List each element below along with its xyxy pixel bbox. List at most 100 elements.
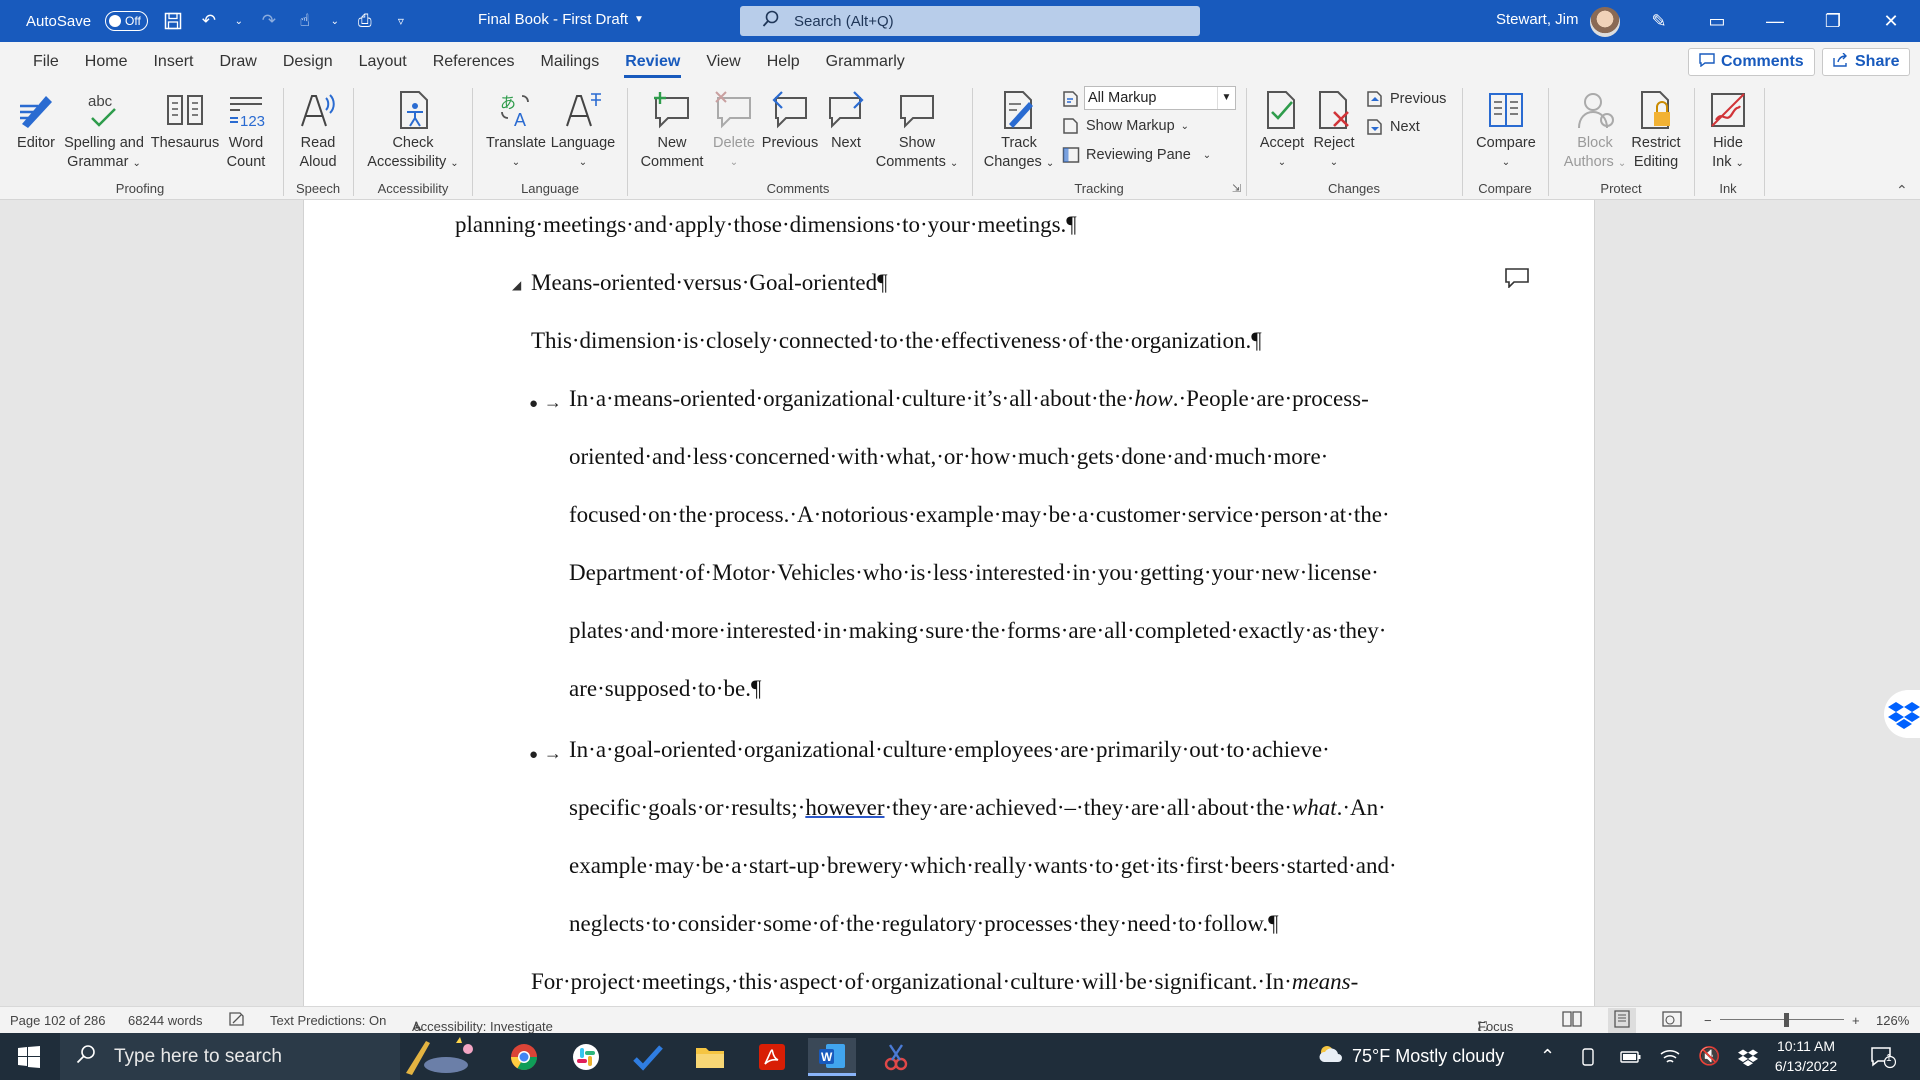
touch-mode-icon[interactable]: ☝ (294, 10, 316, 32)
reject-button[interactable]: Reject ⌄ (1308, 88, 1360, 172)
print-layout-icon[interactable] (1608, 1008, 1636, 1033)
group-label-tracking: Tracking (1074, 181, 1124, 196)
thesaurus-button[interactable]: Thesaurus (150, 88, 220, 153)
tab-file[interactable]: File (20, 42, 72, 82)
search-box[interactable]: Search (Alt+Q) (740, 6, 1200, 36)
zoom-out-icon[interactable]: − (1704, 1013, 1712, 1028)
collapse-triangle-icon[interactable]: ◢ (512, 278, 521, 292)
next-change-button[interactable]: Next (1366, 118, 1420, 136)
windows-start-icon[interactable] (18, 1046, 40, 1072)
show-hidden-icons-icon[interactable]: ⌃ (1540, 1033, 1555, 1080)
show-comments-button[interactable]: Show Comments ⌄ (870, 88, 964, 173)
track-changes-button[interactable]: Track Changes ⌄ (976, 88, 1062, 173)
user-name[interactable]: Stewart, Jim (1496, 11, 1579, 28)
previous-comment-label: Previous (761, 135, 819, 151)
search-highlight-illustration-icon[interactable] (396, 1035, 484, 1077)
spelling-grammar-button[interactable]: abc Spelling and Grammar ⌄ (62, 88, 146, 173)
dropbox-tray-icon[interactable] (1738, 1033, 1758, 1080)
new-comment-button[interactable]: New Comment (636, 88, 708, 172)
tab-references[interactable]: References (420, 42, 528, 82)
tab-insert[interactable]: Insert (140, 42, 206, 82)
word-count-button[interactable]: 123 Word Count (222, 88, 270, 172)
text-predictions-status[interactable]: Text Predictions: On (270, 1013, 386, 1028)
grammar-flag[interactable]: however (805, 795, 884, 820)
word-count-icon: 123 (230, 97, 265, 130)
proofing-status-icon[interactable] (228, 1011, 246, 1030)
document-canvas[interactable]: planning·meetings·and·apply·those·dimens… (0, 200, 1920, 1006)
editor-button[interactable]: Editor (12, 88, 60, 153)
tab-mailings[interactable]: Mailings (528, 42, 613, 82)
previous-change-button[interactable]: Previous (1366, 90, 1446, 108)
taskbar-todo[interactable] (624, 1038, 672, 1076)
web-layout-icon[interactable] (1662, 1010, 1682, 1031)
zoom-slider-track[interactable] (1720, 1019, 1844, 1020)
tab-grammarly[interactable]: Grammarly (813, 42, 918, 82)
delete-comment-button[interactable]: Delete ⌄ (710, 88, 758, 172)
autosave-toggle[interactable]: Off (105, 11, 148, 31)
weather-widget[interactable]: 75°F Mostly cloudy (1318, 1033, 1504, 1080)
minimize-icon[interactable]: — (1746, 0, 1804, 42)
taskbar-chrome[interactable] (500, 1038, 548, 1076)
system-clock[interactable]: 10:11 AM 6/13/2022 (1766, 1036, 1846, 1076)
zoom-in-icon[interactable]: + (1852, 1013, 1860, 1028)
word-count[interactable]: 68244 words (128, 1013, 202, 1028)
taskbar-search[interactable]: Type here to search (60, 1033, 400, 1080)
translate-button[interactable]: あA Translate ⌄ (482, 88, 550, 172)
markup-select[interactable]: All Markup ▼ (1084, 86, 1236, 110)
taskbar-acrobat[interactable] (748, 1038, 796, 1076)
undo-dropdown-icon[interactable]: ⌄ (234, 10, 244, 32)
restore-icon[interactable]: ❐ (1804, 0, 1862, 42)
next-comment-button[interactable]: Next (822, 88, 870, 153)
restrict-editing-button[interactable]: Restrict Editing (1622, 88, 1690, 172)
comments-button[interactable]: Comments (1688, 48, 1815, 76)
tab-home[interactable]: Home (72, 42, 141, 82)
read-mode-icon[interactable] (1562, 1010, 1582, 1031)
share-button[interactable]: Share (1822, 48, 1911, 76)
notification-center-icon[interactable]: 1 (1870, 1033, 1896, 1080)
battery-icon[interactable] (1620, 1033, 1642, 1080)
hide-ink-button[interactable]: Hide Ink ⌄ (1700, 88, 1756, 173)
zoom-level[interactable]: 126% (1876, 1013, 1909, 1028)
previous-comment-button[interactable]: Previous (760, 88, 820, 153)
wifi-icon[interactable] (1660, 1033, 1680, 1080)
bullet2-line2: specific·goals·or·results;·however·they·… (569, 795, 1386, 821)
save-icon[interactable] (162, 10, 184, 32)
document-title[interactable]: Final Book - First Draft ▼ (478, 11, 644, 28)
customize-qat-icon[interactable]: ▿ (390, 10, 412, 32)
tab-view[interactable]: View (693, 42, 753, 82)
zoom-slider-thumb[interactable] (1784, 1013, 1789, 1027)
read-aloud-button[interactable]: Read Aloud (294, 88, 342, 172)
dropbox-widget[interactable] (1884, 690, 1920, 738)
taskbar-word[interactable]: W (808, 1038, 856, 1076)
tab-help[interactable]: Help (754, 42, 813, 82)
ribbon-display-icon[interactable]: ▭ (1688, 0, 1746, 42)
tab-draw[interactable]: Draw (206, 42, 269, 82)
page-count[interactable]: Page 102 of 286 (10, 1013, 105, 1028)
comment-marker-icon[interactable] (1505, 268, 1529, 288)
volume-muted-icon[interactable]: 🔇 (1698, 1033, 1720, 1080)
taskbar-file-explorer[interactable] (686, 1038, 734, 1076)
compare-button[interactable]: Compare ⌄ (1470, 88, 1542, 172)
pen-icon[interactable]: ✎ (1630, 0, 1688, 42)
close-icon[interactable]: ✕ (1862, 0, 1920, 42)
language-button[interactable]: Language ⌄ (548, 88, 618, 172)
taskbar-slack[interactable] (562, 1038, 610, 1076)
collapse-ribbon-icon[interactable]: ⌃ (1896, 182, 1908, 199)
reviewing-pane-button[interactable]: Reviewing Pane ⌄ (1062, 146, 1211, 164)
tab-design[interactable]: Design (270, 42, 346, 82)
show-markup-button[interactable]: Show Markup ⌄ (1062, 117, 1189, 135)
avatar[interactable] (1590, 7, 1620, 37)
undo-icon[interactable]: ↶ (198, 10, 220, 32)
document-page[interactable]: planning·meetings·and·apply·those·dimens… (303, 200, 1595, 1006)
tab-layout[interactable]: Layout (346, 42, 420, 82)
tab-review[interactable]: Review (612, 42, 693, 82)
redo-icon[interactable]: ↷ (258, 10, 280, 32)
dialog-launcher-icon[interactable]: ⇲ (1232, 182, 1241, 195)
taskbar-snip[interactable] (872, 1038, 920, 1076)
print-icon[interactable]: ⎙ (354, 10, 376, 32)
accept-button[interactable]: Accept ⌄ (1256, 88, 1308, 172)
touch-dropdown-icon[interactable]: ⌄ (330, 10, 340, 32)
check-accessibility-button[interactable]: Check Accessibility ⌄ (362, 88, 464, 173)
bullet-marker: ● → (529, 388, 562, 414)
device-icon[interactable] (1580, 1033, 1596, 1080)
